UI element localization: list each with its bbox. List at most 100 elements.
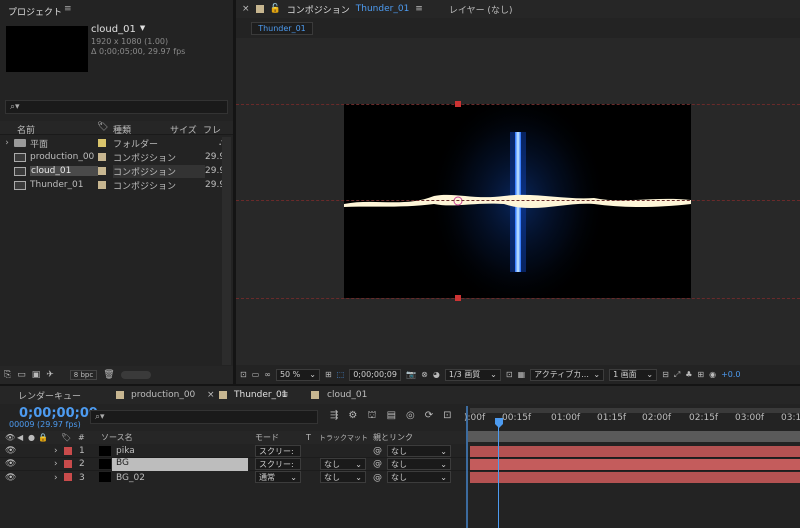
label-column-icon[interactable]: 🏷 bbox=[61, 433, 71, 442]
project-item-comp[interactable]: Thunder_01 コンポジション 29.9 bbox=[0, 178, 233, 192]
viewer-subtab[interactable]: Thunder_01 bbox=[251, 22, 313, 35]
close-tab-icon[interactable]: × bbox=[207, 390, 215, 400]
panel-menu-icon[interactable]: ≡ bbox=[64, 4, 72, 14]
views-dropdown[interactable]: 1 画面 ⌄ bbox=[609, 368, 658, 381]
layer-parent-dropdown[interactable]: なし ⌄ bbox=[387, 471, 451, 483]
project-panel-title[interactable]: プロジェクト bbox=[8, 5, 62, 18]
layer-name[interactable]: pika bbox=[116, 446, 135, 456]
current-timecode[interactable]: 0;00;00;09 bbox=[19, 406, 98, 421]
safe-margins-icon[interactable]: ⬚ bbox=[337, 370, 345, 379]
camera-icon[interactable]: 📷 bbox=[406, 370, 416, 379]
tab-cloud-01[interactable]: cloud_01 bbox=[327, 390, 367, 400]
layer-mode-dropdown[interactable]: スクリー: bbox=[255, 445, 301, 457]
zoom-dropdown[interactable]: 50 % ⌄ bbox=[275, 368, 320, 381]
solo-icon[interactable]: ● bbox=[28, 433, 35, 442]
column-frame[interactable]: フレ bbox=[203, 123, 221, 136]
parent-pickwhip-icon[interactable]: @ bbox=[373, 459, 382, 469]
timeline-icon[interactable]: ♣ bbox=[685, 370, 692, 379]
layer-duration-bar[interactable] bbox=[470, 459, 800, 470]
eye-icon[interactable]: 👁 bbox=[5, 473, 16, 483]
ruler-scale-bar[interactable] bbox=[468, 431, 800, 442]
viewer-tab-label[interactable]: コンポジション bbox=[287, 3, 350, 16]
eye-icon[interactable]: 👁 bbox=[5, 433, 15, 442]
column-t[interactable]: T bbox=[306, 433, 311, 442]
parent-pickwhip-icon[interactable]: @ bbox=[373, 473, 382, 483]
label-color-swatch[interactable] bbox=[98, 167, 106, 175]
layer-parent-dropdown[interactable]: なし ⌄ bbox=[387, 445, 451, 457]
tab-thunder-01[interactable]: Thunder_01 bbox=[234, 390, 288, 400]
layer-duration-bar[interactable] bbox=[470, 472, 800, 483]
glasses-icon[interactable]: ∞ bbox=[264, 370, 271, 379]
exposure-value[interactable]: +0.0 bbox=[721, 370, 740, 379]
project-item-comp-selected[interactable]: cloud_01 コンポジション 29.9 bbox=[0, 164, 233, 178]
layer-viewer-tab[interactable]: レイヤー (なし) bbox=[449, 3, 513, 16]
viewer-timecode[interactable]: 0;00;00;09 bbox=[349, 368, 402, 381]
transparency-grid-icon[interactable]: ▦ bbox=[518, 370, 526, 379]
layer-switch-divider[interactable] bbox=[466, 406, 468, 528]
layer-label-color[interactable] bbox=[64, 447, 72, 455]
chevron-right-icon[interactable]: › bbox=[0, 138, 14, 148]
thumbnail-slider[interactable] bbox=[120, 371, 151, 379]
label-color-swatch[interactable] bbox=[98, 181, 106, 189]
comp-frame[interactable] bbox=[344, 104, 691, 298]
always-preview-icon[interactable]: ⊡ bbox=[240, 370, 247, 379]
fast-preview-icon[interactable]: ⤢ bbox=[674, 370, 680, 380]
resolution-dropdown[interactable]: 1/3 画質 ⌄ bbox=[444, 368, 501, 381]
layer-trackmatte-dropdown[interactable]: なし ⌄ bbox=[320, 458, 366, 470]
camera-dropdown[interactable]: アクティブカ... ⌄ bbox=[530, 368, 605, 381]
column-number[interactable]: # bbox=[78, 433, 85, 442]
monitor-icon[interactable]: ▭ bbox=[252, 370, 260, 379]
roi-icon[interactable]: ⊡ bbox=[506, 370, 513, 379]
column-mode[interactable]: モード bbox=[255, 432, 279, 443]
column-type[interactable]: 種類 bbox=[113, 123, 131, 136]
column-parent[interactable]: 親とリンク bbox=[373, 432, 413, 443]
panel-menu-icon[interactable]: ≡ bbox=[415, 4, 423, 14]
parent-pickwhip-icon[interactable]: @ bbox=[373, 446, 382, 456]
draft-3d-icon[interactable]: ⚙ bbox=[348, 410, 357, 423]
chevron-right-icon[interactable]: › bbox=[54, 473, 58, 483]
exposure-icon[interactable]: ◉ bbox=[709, 370, 716, 379]
panel-menu-icon[interactable]: ≡ bbox=[281, 390, 289, 400]
label-column-icon[interactable]: 🏷 bbox=[97, 122, 108, 132]
motion-blur-icon[interactable]: ◎ bbox=[406, 410, 415, 423]
layer-mode-dropdown[interactable]: スクリー: bbox=[255, 458, 301, 470]
eye-icon[interactable]: 👁 bbox=[5, 446, 16, 456]
handle-bottom[interactable] bbox=[455, 295, 461, 301]
layer-row-selected[interactable]: 👁 › 2 BG スクリー: なし ⌄ @ なし ⌄ bbox=[0, 458, 800, 471]
column-size[interactable]: サイズ bbox=[170, 123, 197, 136]
lock-icon[interactable]: 🔓 bbox=[270, 4, 281, 14]
audio-icon[interactable]: ◀ bbox=[17, 433, 23, 442]
project-item-comp[interactable]: production_00 コンポジション 29.9 bbox=[0, 150, 233, 164]
viewer-tab-comp[interactable]: Thunder_01 bbox=[356, 4, 410, 14]
channel-icon[interactable]: ⊗ bbox=[421, 370, 428, 379]
label-color-swatch[interactable] bbox=[98, 153, 106, 161]
layer-name[interactable]: BG bbox=[112, 458, 248, 471]
layer-label-color[interactable] bbox=[64, 473, 72, 481]
new-folder-icon[interactable]: ▭ bbox=[17, 370, 26, 380]
fit-icon[interactable]: ⊞ bbox=[325, 370, 332, 379]
comp-flowchart-icon[interactable]: ⇶ bbox=[330, 410, 338, 423]
new-composition-icon[interactable]: ▣ bbox=[32, 370, 41, 380]
layer-duration-bar[interactable] bbox=[470, 446, 800, 457]
frame-blending-icon[interactable]: ▤ bbox=[387, 410, 396, 423]
color-icon[interactable]: ◕ bbox=[433, 370, 440, 379]
chevron-right-icon[interactable]: › bbox=[54, 446, 58, 456]
label-color-swatch[interactable] bbox=[98, 139, 106, 147]
column-trackmatte[interactable]: トラックマット bbox=[319, 433, 368, 443]
eye-icon[interactable]: 👁 bbox=[5, 459, 16, 469]
interpret-footage-icon[interactable]: ⎘ bbox=[4, 370, 11, 380]
layer-mode-dropdown[interactable]: 通常 ⌄ bbox=[255, 471, 301, 483]
column-name[interactable]: 名前 bbox=[17, 123, 35, 136]
shy-icon[interactable]: ⛫ bbox=[367, 410, 376, 423]
column-source-name[interactable]: ソース名 bbox=[101, 432, 133, 443]
lock-icon[interactable]: 🔒 bbox=[38, 433, 48, 442]
bpc-label[interactable]: 8 bpc bbox=[69, 370, 98, 380]
layer-row[interactable]: 👁 › 3 BG_02 通常 ⌄ なし ⌄ @ なし ⌄ bbox=[0, 471, 800, 484]
tab-production-00[interactable]: production_00 bbox=[131, 390, 195, 400]
tab-render-queue[interactable]: レンダーキュー bbox=[18, 389, 81, 402]
chevron-down-icon[interactable]: ▼ bbox=[140, 24, 145, 35]
layer-trackmatte-dropdown[interactable]: なし ⌄ bbox=[320, 471, 366, 483]
trash-icon[interactable]: 🗑 bbox=[103, 370, 114, 380]
chevron-right-icon[interactable]: › bbox=[54, 459, 58, 469]
project-search-input[interactable]: ⌕▾ bbox=[5, 100, 228, 114]
